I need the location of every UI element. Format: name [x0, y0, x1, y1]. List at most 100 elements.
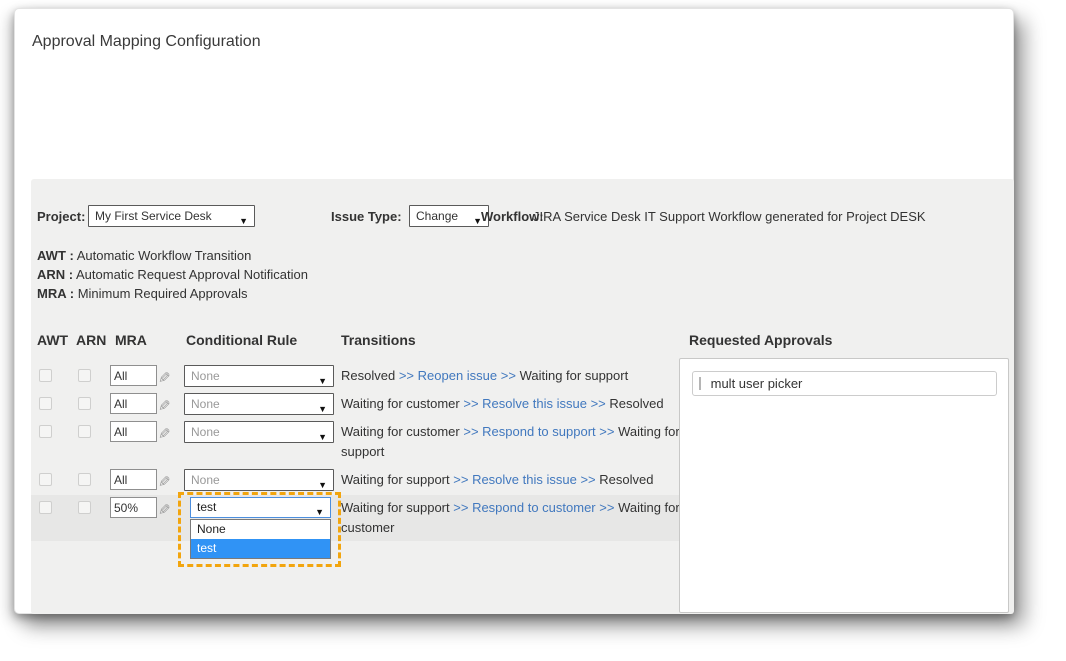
multi-user-picker-value: mult user picker: [711, 376, 803, 391]
transition-source: Waiting for support: [341, 500, 450, 515]
transition-link[interactable]: Reopen issue: [418, 368, 498, 383]
edit-pencil-icon[interactable]: ✎: [158, 425, 171, 443]
transition-path: Waiting for support >> Resolve this issu…: [341, 470, 693, 490]
transition-separator: >>: [599, 424, 614, 439]
edit-pencil-icon[interactable]: ✎: [158, 473, 171, 491]
transition-source: Resolved: [341, 368, 395, 383]
app-window: Approval Mapping Configuration Project: …: [14, 8, 1014, 614]
page-title: Approval Mapping Configuration: [32, 33, 261, 51]
transition-link[interactable]: Resolve this issue: [482, 396, 587, 411]
transition-path: Waiting for support >> Respond to custom…: [341, 498, 686, 538]
mra-input[interactable]: [110, 469, 157, 490]
transition-separator: >>: [453, 472, 468, 487]
table-row: ✎ None ▼ Waiting for support >> Resolve …: [31, 467, 686, 493]
transition-separator: >>: [463, 396, 478, 411]
project-select[interactable]: My First Service Desk ▼: [88, 205, 255, 227]
legend-awt-text: Automatic Workflow Transition: [77, 248, 252, 263]
mra-input[interactable]: [110, 365, 157, 386]
transition-source: Waiting for support: [341, 472, 450, 487]
chevron-down-icon: ▼: [318, 371, 327, 391]
issue-type-select-value: Change: [416, 209, 458, 223]
column-header-mra: MRA: [115, 332, 147, 348]
project-select-value: My First Service Desk: [95, 209, 212, 223]
conditional-rule-value: None: [191, 473, 220, 487]
issue-type-select[interactable]: Change ▼: [409, 205, 489, 227]
transition-separator: >>: [580, 472, 595, 487]
legend-arn: ARN : Automatic Request Approval Notific…: [37, 267, 308, 282]
transition-link[interactable]: Respond to support: [482, 424, 595, 439]
project-label: Project:: [37, 209, 85, 224]
conditional-rule-select[interactable]: None ▼: [184, 393, 334, 415]
conditional-rule-select[interactable]: None ▼: [184, 365, 334, 387]
text-cursor: [699, 377, 701, 390]
mra-input[interactable]: [110, 393, 157, 414]
legend-mra-text: Minimum Required Approvals: [78, 286, 248, 301]
conditional-rule-value: None: [191, 369, 220, 383]
conditional-rule-value: None: [191, 425, 220, 439]
transition-link[interactable]: Resolve this issue: [472, 472, 577, 487]
multi-user-picker-field[interactable]: mult user picker: [692, 371, 997, 396]
transition-source: Waiting for customer: [341, 396, 460, 411]
conditional-rule-select[interactable]: None ▼: [184, 421, 334, 443]
table-row: ✎ None ▼ Resolved >> Reopen issue >> Wai…: [31, 363, 686, 389]
legend-arn-abbr: ARN :: [37, 267, 73, 282]
conditional-rule-select[interactable]: None ▼: [184, 469, 334, 491]
legend-awt: AWT : Automatic Workflow Transition: [37, 248, 251, 263]
edit-pencil-icon[interactable]: ✎: [158, 501, 171, 519]
transition-path: Waiting for customer >> Respond to suppo…: [341, 422, 686, 462]
awt-checkbox[interactable]: [39, 425, 52, 438]
transition-separator: >>: [399, 368, 414, 383]
transition-separator: >>: [501, 368, 516, 383]
column-header-arn: ARN: [76, 332, 106, 348]
configuration-panel: Project: My First Service Desk ▼ Issue T…: [31, 179, 1014, 614]
transition-separator: >>: [453, 500, 468, 515]
arn-checkbox[interactable]: [78, 501, 91, 514]
table-row: ✎ None ▼ Waiting for customer >> Resolve…: [31, 391, 686, 417]
transition-separator: >>: [599, 500, 614, 515]
edit-pencil-icon[interactable]: ✎: [158, 369, 171, 387]
conditional-rule-value: None: [191, 397, 220, 411]
workflow-value: JIRA Service Desk IT Support Workflow ge…: [533, 209, 926, 224]
issue-type-label: Issue Type:: [331, 209, 402, 224]
chevron-down-icon: ▼: [318, 427, 327, 447]
awt-checkbox[interactable]: [39, 501, 52, 514]
transition-link[interactable]: Respond to customer: [472, 500, 596, 515]
legend-arn-text: Automatic Request Approval Notification: [76, 267, 308, 282]
mra-input[interactable]: [110, 497, 157, 518]
arn-checkbox[interactable]: [78, 425, 91, 438]
arn-checkbox[interactable]: [78, 473, 91, 486]
legend-mra-abbr: MRA :: [37, 286, 74, 301]
chevron-down-icon: ▼: [239, 211, 248, 231]
dropdown-option-test[interactable]: test: [191, 539, 330, 558]
column-header-requested-approvals: Requested Approvals: [689, 332, 832, 348]
edit-pencil-icon[interactable]: ✎: [158, 397, 171, 415]
transition-separator: >>: [463, 424, 478, 439]
legend-awt-abbr: AWT :: [37, 248, 74, 263]
arn-checkbox[interactable]: [78, 369, 91, 382]
chevron-down-icon: ▼: [318, 475, 327, 495]
transition-target: Resolved: [599, 472, 653, 487]
mra-input[interactable]: [110, 421, 157, 442]
table-row-active: ✎ Waiting for support >> Respond to cust…: [31, 495, 686, 541]
awt-checkbox[interactable]: [39, 397, 52, 410]
chevron-down-icon: ▼: [318, 399, 327, 419]
column-header-conditional-rule: Conditional Rule: [186, 332, 297, 348]
dropdown-option-none[interactable]: None: [191, 520, 330, 539]
conditional-rule-select-open[interactable]: test ▼: [190, 497, 331, 518]
transition-target: Waiting for support: [520, 368, 629, 383]
dropdown-option-list: None test: [190, 519, 331, 559]
legend-mra: MRA : Minimum Required Approvals: [37, 286, 248, 301]
transition-source: Waiting for customer: [341, 424, 460, 439]
transition-path: Waiting for customer >> Resolve this iss…: [341, 394, 693, 414]
awt-checkbox[interactable]: [39, 473, 52, 486]
arn-checkbox[interactable]: [78, 397, 91, 410]
conditional-rule-value: test: [197, 500, 216, 514]
column-header-awt: AWT: [37, 332, 68, 348]
transition-path: Resolved >> Reopen issue >> Waiting for …: [341, 366, 693, 386]
transition-target: Resolved: [609, 396, 663, 411]
requested-approvals-panel: mult user picker: [679, 358, 1009, 613]
awt-checkbox[interactable]: [39, 369, 52, 382]
table-row: ✎ None ▼ Waiting for customer >> Respond…: [31, 419, 686, 465]
column-header-transitions: Transitions: [341, 332, 416, 348]
transition-separator: >>: [591, 396, 606, 411]
